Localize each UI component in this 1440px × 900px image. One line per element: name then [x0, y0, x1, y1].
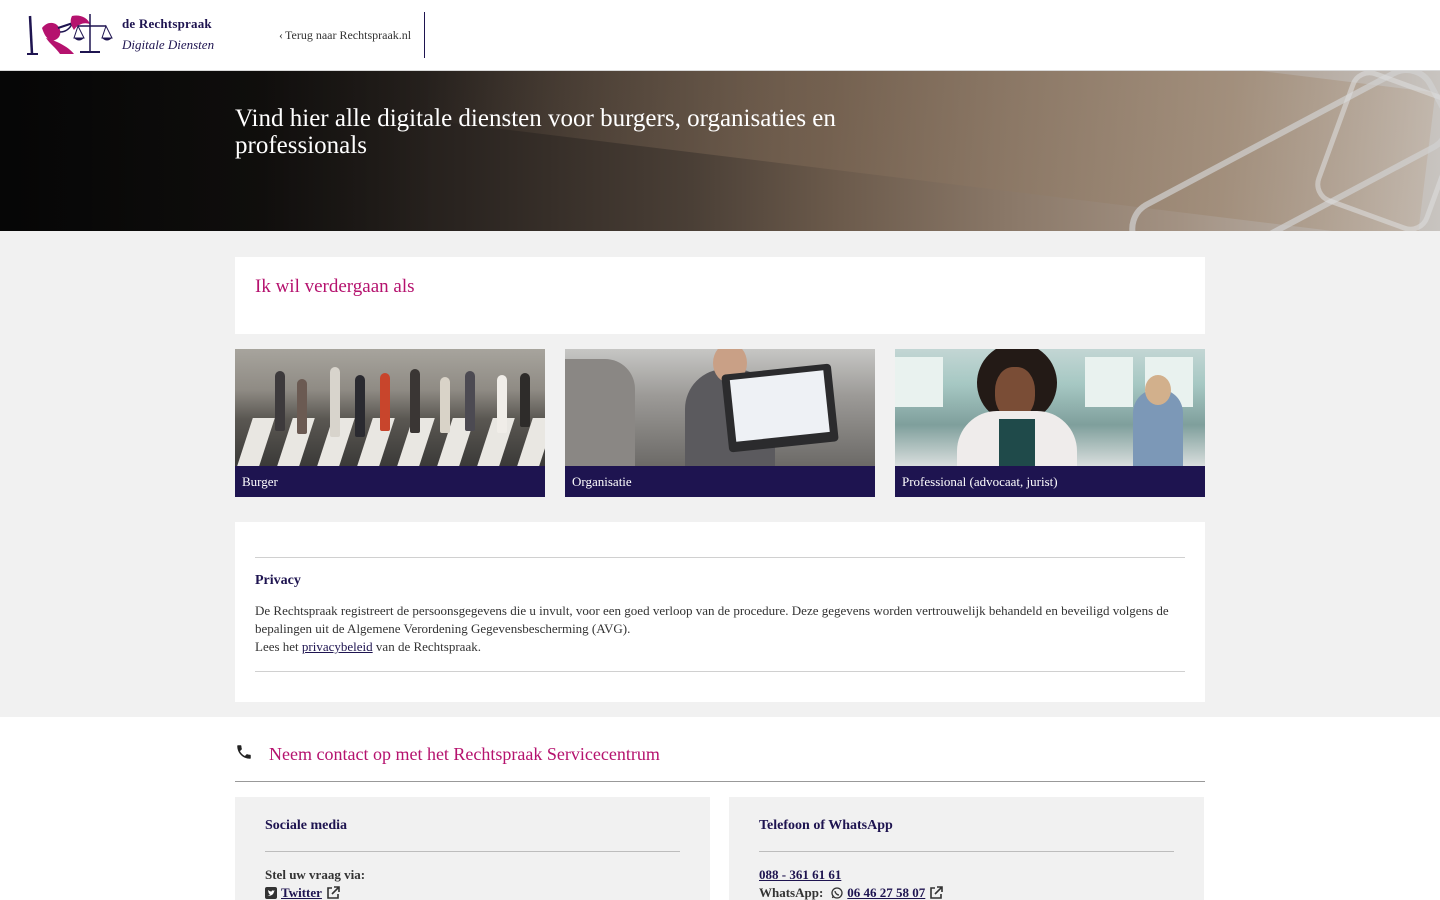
divider — [255, 557, 1185, 558]
street-crowd-photo — [235, 349, 545, 466]
phone-whatsapp-title: Telefoon of WhatsApp — [759, 818, 893, 833]
chevron-left-icon: ‹ — [279, 27, 283, 42]
privacy-read-prefix: Lees het — [255, 639, 299, 654]
phone-row: 088 - 361 61 61 — [759, 867, 841, 883]
divider — [265, 851, 680, 852]
divider — [255, 671, 1185, 672]
card-organisatie[interactable]: Organisatie — [565, 349, 875, 497]
top-header: de Rechtspraak Digitale Diensten ‹ Terug… — [0, 0, 1440, 71]
phone-icon — [237, 745, 251, 759]
contact-section: Neem contact op met het Rechtspraak Serv… — [0, 717, 1440, 900]
privacy-title: Privacy — [255, 573, 301, 588]
rechtspraak-logo[interactable] — [24, 10, 114, 60]
office-laptop-photo — [565, 349, 875, 466]
choose-role-title: Ik wil verdergaan als — [255, 276, 415, 297]
hero-banner: Vind hier alle digitale diensten voor bu… — [0, 71, 1440, 231]
twitter-row: Twitter — [265, 885, 340, 900]
brand-name: de Rechtspraak — [122, 16, 212, 31]
whatsapp-label: WhatsApp: — [759, 885, 824, 900]
twitter-icon — [265, 887, 277, 899]
contact-title: Neem contact op met het Rechtspraak Serv… — [269, 744, 660, 764]
professional-woman-photo — [895, 349, 1205, 466]
phone-number-link[interactable]: 088 - 361 61 61 — [759, 867, 841, 882]
hero-title: Vind hier alle digitale diensten voor bu… — [235, 105, 836, 159]
card-professional[interactable]: Professional (advocaat, jurist) — [895, 349, 1205, 497]
divider — [759, 851, 1174, 852]
phone-whatsapp-box: Telefoon of WhatsApp 088 - 361 61 61 Wha… — [729, 797, 1204, 900]
whatsapp-row: WhatsApp: 06 46 27 58 07 — [759, 885, 944, 900]
social-media-box: Sociale media Stel uw vraag via: Twitter — [235, 797, 710, 900]
privacy-text: De Rechtspraak registreert de persoonsge… — [255, 603, 1169, 636]
back-to-rechtspraak-link[interactable]: ‹ Terug naar Rechtspraak.nl — [279, 12, 426, 58]
whatsapp-icon — [831, 887, 843, 899]
external-link-icon — [327, 886, 340, 899]
social-media-title: Sociale media — [265, 818, 348, 833]
privacy-read-suffix: van de Rechtspraak. — [375, 639, 481, 654]
card-organisatie-label: Organisatie — [572, 474, 632, 489]
privacy-panel: Privacy De Rechtspraak registreert de pe… — [235, 522, 1205, 702]
external-link-icon — [930, 886, 944, 899]
brand-text[interactable]: de Rechtspraak Digitale Diensten — [122, 16, 214, 53]
divider — [235, 781, 1205, 782]
twitter-link[interactable]: Twitter — [281, 885, 322, 900]
back-link-label: Terug naar Rechtspraak.nl — [285, 27, 412, 42]
card-burger-label: Burger — [242, 474, 278, 489]
choose-role-panel: Ik wil verdergaan als — [235, 257, 1205, 334]
brand-subtitle: Digitale Diensten — [122, 37, 215, 52]
card-burger[interactable]: Burger — [235, 349, 545, 497]
privacy-policy-link[interactable]: privacybeleid — [302, 639, 373, 654]
whatsapp-number-link[interactable]: 06 46 27 58 07 — [847, 885, 925, 900]
card-professional-label: Professional (advocaat, jurist) — [902, 474, 1058, 489]
privacy-text-block: De Rechtspraak registreert de persoonsge… — [255, 602, 1185, 656]
ask-via-label: Stel uw vraag via: — [265, 867, 366, 882]
